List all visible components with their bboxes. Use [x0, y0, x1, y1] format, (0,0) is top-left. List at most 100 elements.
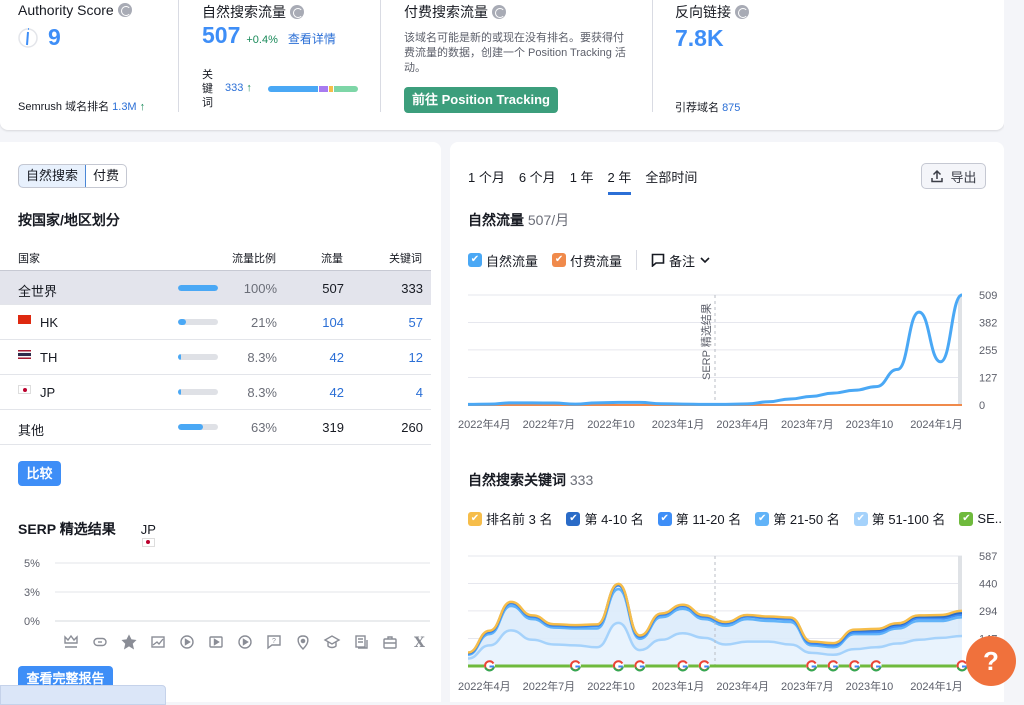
- notes-dropdown[interactable]: 备注: [651, 251, 711, 270]
- checkbox-checked-icon: ✔: [468, 511, 482, 526]
- x-tick-label: 2024年1月: [910, 417, 963, 431]
- traffic-value[interactable]: 42: [330, 350, 344, 365]
- country-row[interactable]: TH 8.3% 42 12: [0, 340, 431, 375]
- organic-traffic-title[interactable]: 自然搜索流量: [202, 2, 304, 22]
- info-icon[interactable]: [735, 5, 749, 19]
- keywords-chart-title: 自然搜索关键词 333: [468, 472, 594, 488]
- country-row[interactable]: 全世界 100% 507 333: [0, 270, 431, 305]
- bottom-panel-tab[interactable]: [0, 685, 166, 705]
- info-icon[interactable]: [117, 3, 132, 17]
- traffic-chart-title: 自然流量 507/月: [468, 212, 570, 228]
- google-update-icon[interactable]: [806, 660, 818, 672]
- traffic-value[interactable]: 42: [330, 385, 344, 400]
- help-button[interactable]: ?: [966, 636, 1016, 686]
- col-traffic: 流量: [321, 253, 343, 265]
- jobs-icon: [383, 636, 397, 649]
- google-update-icon[interactable]: [677, 660, 689, 672]
- google-update-icon[interactable]: [827, 660, 839, 672]
- distribution-segment: [268, 86, 319, 92]
- legend-item[interactable]: ✔ 第 51-100 名: [853, 509, 945, 528]
- legend-item[interactable]: ✔ 第 21-50 名: [755, 509, 840, 528]
- x-tick-label: 2022年4月: [458, 417, 511, 431]
- go-to-position-tracking-button[interactable]: 前往 Position Tracking: [404, 87, 558, 113]
- x-tick-label: 2024年1月: [910, 679, 963, 693]
- col-share: 流量比例: [232, 253, 276, 265]
- country-name[interactable]: JP: [40, 385, 55, 400]
- image-icon: [151, 636, 165, 648]
- paid-traffic-title[interactable]: 付费搜索流量: [404, 2, 506, 22]
- google-update-icon[interactable]: [612, 660, 624, 672]
- x-tick-label: 2023年1月: [652, 417, 705, 431]
- toggle-organic[interactable]: 自然搜索: [19, 165, 87, 187]
- toggle-paid[interactable]: 付费: [86, 165, 126, 187]
- country-name[interactable]: HK: [40, 315, 58, 330]
- authority-score-title[interactable]: Authority Score: [18, 2, 132, 18]
- country-name: 其他: [18, 423, 45, 438]
- tab-all-time[interactable]: 全部时间: [645, 167, 697, 195]
- info-icon[interactable]: [492, 5, 506, 19]
- authority-gauge-icon: [18, 27, 38, 48]
- organic-traffic-value[interactable]: 507: [202, 22, 240, 49]
- google-update-icon[interactable]: [483, 660, 495, 672]
- y-tick-label: 255: [979, 345, 997, 357]
- chevron-down-icon: [700, 257, 710, 264]
- country-name[interactable]: TH: [40, 350, 57, 365]
- legend-item[interactable]: ✔ SE..: [959, 511, 1002, 526]
- view-details-link[interactable]: 查看详情: [288, 30, 336, 47]
- google-update-icon[interactable]: [634, 660, 646, 672]
- legend-item[interactable]: ✔ 第 11-20 名: [657, 509, 741, 528]
- backlinks-value[interactable]: 7.8K: [675, 25, 724, 52]
- google-update-icon[interactable]: [870, 660, 882, 672]
- google-update-icon[interactable]: [849, 660, 861, 672]
- x-tick-label: 2022年10: [587, 679, 635, 693]
- legend-item[interactable]: ✔ 排名前 3 名: [468, 509, 552, 528]
- distribution-segment: [333, 86, 358, 92]
- keywords-value[interactable]: 4: [416, 385, 423, 400]
- country-row[interactable]: HK 21% 104 57: [0, 305, 431, 340]
- legend-paid-traffic[interactable]: ✔ 付费流量: [552, 251, 622, 270]
- y-tick-label: 294: [979, 606, 997, 618]
- share-value: 63%: [250, 420, 277, 435]
- current-period-marker: [958, 295, 962, 405]
- legend-item[interactable]: ✔ 第 4-10 名: [566, 509, 644, 528]
- x-icon: X: [414, 635, 425, 651]
- jp-flag-icon: [141, 537, 155, 547]
- legend-organic-traffic[interactable]: ✔ 自然流量: [468, 251, 538, 270]
- tab-1-year[interactable]: 1 年: [570, 167, 594, 195]
- tab-2-years[interactable]: 2 年: [607, 167, 632, 195]
- checkbox-checked-icon: ✔: [853, 511, 868, 526]
- backlinks-title[interactable]: 反向链接: [675, 2, 749, 22]
- upload-icon: [931, 169, 944, 183]
- organic-keywords-chart: 01472944405872022年4月2022年7月2022年102023年1…: [458, 551, 997, 693]
- share-bar: [178, 354, 218, 360]
- share-bar: [178, 424, 218, 430]
- keywords-value[interactable]: 12: [409, 350, 423, 365]
- faq-icon: ?: [267, 635, 281, 650]
- share-value: 8.3%: [247, 385, 277, 400]
- referring-domains-value[interactable]: 875: [722, 102, 740, 114]
- tab-6-months[interactable]: 6 个月: [519, 167, 556, 195]
- y-tick-label: 587: [979, 551, 997, 563]
- google-update-icon[interactable]: [569, 660, 581, 672]
- keywords-value[interactable]: 57: [409, 315, 423, 330]
- y-tick-label: 440: [979, 579, 997, 591]
- traffic-value[interactable]: 104: [322, 315, 344, 330]
- tab-1-month[interactable]: 1 个月: [468, 167, 505, 195]
- keywords-value: 260: [401, 420, 423, 435]
- info-icon[interactable]: [290, 5, 304, 19]
- x-tick-label: 2022年7月: [523, 417, 576, 431]
- keywords-value[interactable]: 333: [225, 82, 243, 94]
- y-tick-label: 382: [979, 317, 997, 329]
- y-tick-label: 127: [979, 373, 997, 385]
- country-row[interactable]: 其他 63% 319 260: [0, 410, 431, 445]
- google-update-icon[interactable]: [698, 660, 710, 672]
- export-button[interactable]: 导出: [921, 163, 986, 189]
- semrush-rank-value[interactable]: 1.3M: [112, 101, 136, 113]
- question-icon: ?: [983, 646, 999, 676]
- keywords-legend: ✔ 排名前 3 名 ✔ 第 4-10 名 ✔ 第 11-20 名 ✔ 第 21-50 名 ✔ 第 …: [468, 509, 1002, 528]
- traffic-legend: ✔ 自然流量 ✔ 付费流量 备注: [468, 250, 711, 270]
- compare-button[interactable]: 比较: [18, 461, 61, 486]
- country-name: 全世界: [18, 284, 58, 299]
- country-row[interactable]: JP 8.3% 42 4: [0, 375, 431, 410]
- semrush-rank: Semrush 域名排名 1.3M ↑: [18, 101, 146, 113]
